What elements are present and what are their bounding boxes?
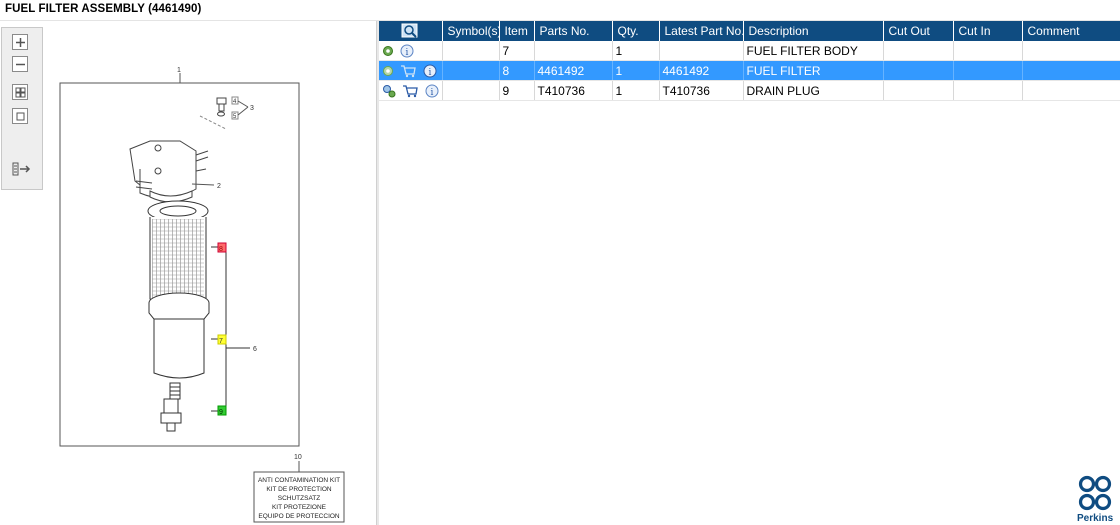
- window-title: FUEL FILTER ASSEMBLY (4461490): [5, 3, 202, 15]
- actual-size-button[interactable]: [12, 108, 28, 124]
- kit-label-line: EQUIPO DE PROTECCION: [258, 513, 340, 520]
- minus-icon: [16, 63, 25, 66]
- cell-item: 7: [499, 41, 535, 61]
- callout-1: 1: [177, 67, 181, 74]
- callout-9: 9: [219, 409, 223, 416]
- callout-10: 10: [294, 454, 302, 461]
- cell-symbols: [442, 60, 500, 81]
- parts-list-pane: Symbol(s) Item Parts No. Qty. Latest Par…: [379, 21, 1120, 525]
- cell-item: 8: [499, 60, 535, 81]
- cell-symbols: [442, 80, 500, 101]
- cell-latest-part-no: [659, 41, 744, 61]
- filter-bowl: [148, 292, 210, 379]
- fit-to-window-button[interactable]: [12, 84, 28, 100]
- cell-description: FUEL FILTER BODY: [743, 41, 884, 61]
- diagram-toolbar: [1, 27, 43, 190]
- plus-icon: [16, 38, 25, 47]
- column-header-item[interactable]: Item: [499, 21, 535, 41]
- export-button[interactable]: [12, 161, 31, 177]
- cell-description: FUEL FILTER: [743, 60, 884, 81]
- table-row[interactable]: i 7 1 FUEL FILTER BODY: [379, 41, 1120, 61]
- kit-label-line: KIT DE PROTECTION: [266, 486, 332, 493]
- search-icon: [401, 23, 418, 38]
- column-header-qty[interactable]: Qty.: [612, 21, 660, 41]
- title-bar: FUEL FILTER ASSEMBLY (4461490): [0, 0, 1120, 21]
- info-icon[interactable]: i: [400, 44, 414, 58]
- gear-icon[interactable]: [382, 65, 394, 77]
- column-header-latest-part-no[interactable]: Latest Part No.: [659, 21, 744, 41]
- cell-cut-in: [953, 41, 1023, 61]
- cell-cut-out: [883, 60, 954, 81]
- parts-table: Symbol(s) Item Parts No. Qty. Latest Par…: [379, 21, 1120, 101]
- cart-icon[interactable]: [402, 84, 419, 98]
- callout-2: 2: [217, 183, 221, 190]
- column-header-cut-in[interactable]: Cut In: [953, 21, 1023, 41]
- list-arrow-icon: [12, 162, 31, 176]
- cell-symbols: [442, 41, 500, 61]
- exploded-diagram[interactable]: 1 2 4 5 3 6 8 7 9 10 ANTI CONTAMINATION …: [0, 21, 376, 525]
- svg-text:i: i: [430, 88, 433, 98]
- kit-label-line: ANTI CONTAMINATION KIT: [258, 477, 340, 484]
- zoom-out-button[interactable]: [12, 56, 28, 72]
- cell-item: 9: [499, 80, 535, 101]
- perkins-logo: [1078, 475, 1112, 511]
- table-row-selected[interactable]: i 8 4461492 1 4461492 FUEL FILTER: [379, 60, 1120, 81]
- callout-7: 7: [219, 338, 223, 345]
- cell-parts-no: T410736: [534, 80, 613, 101]
- kit-label-line: SCHUTZSATZ: [278, 495, 321, 502]
- cell-cut-in: [953, 60, 1023, 81]
- cell-qty: 1: [612, 80, 660, 101]
- column-header-parts-no[interactable]: Parts No.: [534, 21, 613, 41]
- cell-cut-out: [883, 41, 954, 61]
- column-header-tools[interactable]: [379, 21, 443, 41]
- info-icon[interactable]: i: [425, 84, 439, 98]
- row-actions: i: [379, 41, 443, 61]
- cart-icon[interactable]: [400, 64, 417, 78]
- cell-latest-part-no: 4461492: [659, 60, 744, 81]
- callout-3: 3: [250, 105, 254, 112]
- cell-comment: [1022, 60, 1120, 81]
- svg-text:i: i: [406, 48, 409, 58]
- table-row[interactable]: i 9 T410736 1 T410736 DRAIN PLUG: [379, 80, 1120, 101]
- cell-comment: [1022, 41, 1120, 61]
- row-actions: i: [379, 60, 443, 81]
- cell-qty: 1: [612, 41, 660, 61]
- cell-latest-part-no: T410736: [659, 80, 744, 101]
- column-header-comment[interactable]: Comment: [1022, 21, 1120, 41]
- svg-text:i: i: [428, 68, 431, 78]
- cell-cut-out: [883, 80, 954, 101]
- cell-comment: [1022, 80, 1120, 101]
- kit-label-line: KIT PROTEZIONE: [272, 504, 327, 511]
- cell-parts-no: [534, 41, 613, 61]
- callout-6: 6: [253, 346, 257, 353]
- diagram-pane[interactable]: 1 2 4 5 3 6 8 7 9 10 ANTI CONTAMINATION …: [0, 21, 376, 525]
- zoom-in-button[interactable]: [12, 34, 28, 50]
- gears-icon[interactable]: [382, 84, 396, 98]
- grid-icon: [15, 87, 26, 98]
- cell-description: DRAIN PLUG: [743, 80, 884, 101]
- column-header-symbols[interactable]: Symbol(s): [442, 21, 500, 41]
- cell-qty: 1: [612, 60, 660, 81]
- gear-icon[interactable]: [382, 45, 394, 57]
- callout-8: 8: [219, 246, 223, 253]
- cell-cut-in: [953, 80, 1023, 101]
- info-icon[interactable]: i: [423, 64, 437, 78]
- column-header-description[interactable]: Description: [743, 21, 884, 41]
- row-actions: i: [379, 80, 443, 101]
- brand-name: Perkins: [1077, 513, 1114, 524]
- square-icon: [16, 112, 25, 121]
- cell-parts-no: 4461492: [534, 60, 613, 81]
- table-header-row: Symbol(s) Item Parts No. Qty. Latest Par…: [379, 21, 1120, 41]
- column-header-cut-out[interactable]: Cut Out: [883, 21, 954, 41]
